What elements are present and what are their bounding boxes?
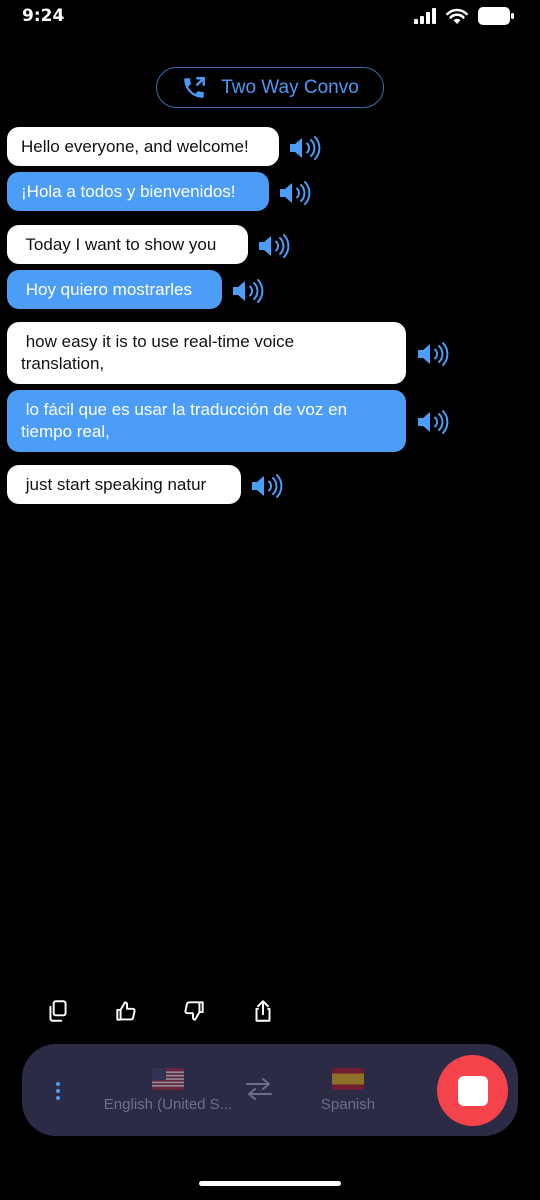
- message-text: ¡Hola a todos y bienvenidos!: [21, 181, 236, 201]
- mode-label: Two Way Convo: [221, 76, 359, 98]
- us-flag-icon: [152, 1068, 184, 1090]
- battery-icon: [478, 7, 514, 25]
- thumbs-down-icon[interactable]: [181, 998, 207, 1024]
- message-text: just start speaking natur: [21, 474, 207, 494]
- stop-icon: [457, 1075, 488, 1106]
- copy-icon[interactable]: [45, 998, 71, 1024]
- translated-message[interactable]: ¡Hola a todos y bienvenidos!: [7, 172, 269, 211]
- thumbs-up-icon[interactable]: [113, 998, 139, 1024]
- source-language-selector[interactable]: English (United S...: [98, 1068, 238, 1113]
- speaker-icon[interactable]: [250, 473, 284, 499]
- share-icon[interactable]: [250, 998, 276, 1024]
- status-icons: [414, 7, 514, 25]
- translated-message[interactable]: Hoy quiero mostrarles: [7, 270, 222, 309]
- source-message[interactable]: how easy it is to use real-time voice tr…: [7, 322, 406, 384]
- stop-recording-button[interactable]: [437, 1055, 508, 1126]
- status-bar: 9:24: [0, 0, 540, 36]
- translated-message[interactable]: lo fácil que es usar la traducción de vo…: [7, 390, 406, 452]
- speaker-icon[interactable]: [416, 409, 450, 435]
- source-message[interactable]: Hello everyone, and welcome!: [7, 127, 279, 166]
- swap-arrows-icon[interactable]: [244, 1076, 274, 1102]
- target-language-label: Spanish: [320, 1096, 376, 1113]
- speaker-icon[interactable]: [231, 278, 265, 304]
- target-language-selector[interactable]: Spanish: [298, 1068, 398, 1113]
- message-text: Hoy quiero mostrarles: [21, 279, 193, 299]
- language-control-bar: English (United S... Spanish: [22, 1044, 518, 1136]
- message-text: Hello everyone, and welcome!: [21, 136, 249, 156]
- signal-icon: [414, 8, 436, 24]
- message-text-line: lo fácil que es usar la traducción de vo…: [21, 400, 348, 419]
- more-vertical-icon[interactable]: [54, 1081, 62, 1101]
- speaker-icon[interactable]: [416, 341, 450, 367]
- message-text: Today I want to show you: [21, 234, 217, 254]
- source-message[interactable]: Today I want to show you: [7, 225, 248, 264]
- two-way-convo-button[interactable]: Two Way Convo: [156, 67, 384, 108]
- speaker-icon[interactable]: [278, 180, 312, 206]
- speaker-icon[interactable]: [257, 233, 291, 259]
- source-language-label: English (United S...: [103, 1096, 233, 1113]
- message-text-line: translation,: [21, 354, 105, 373]
- spain-flag-icon: [332, 1068, 364, 1090]
- status-time: 9:24: [22, 6, 65, 26]
- message-text-line: how easy it is to use real-time voice: [21, 332, 295, 351]
- source-message[interactable]: just start speaking natur: [7, 465, 241, 504]
- home-indicator[interactable]: [199, 1181, 341, 1186]
- message-text-line: tiempo real,: [21, 422, 110, 441]
- wifi-icon: [446, 8, 468, 24]
- phone-call-icon: [184, 76, 206, 98]
- speaker-icon[interactable]: [288, 135, 322, 161]
